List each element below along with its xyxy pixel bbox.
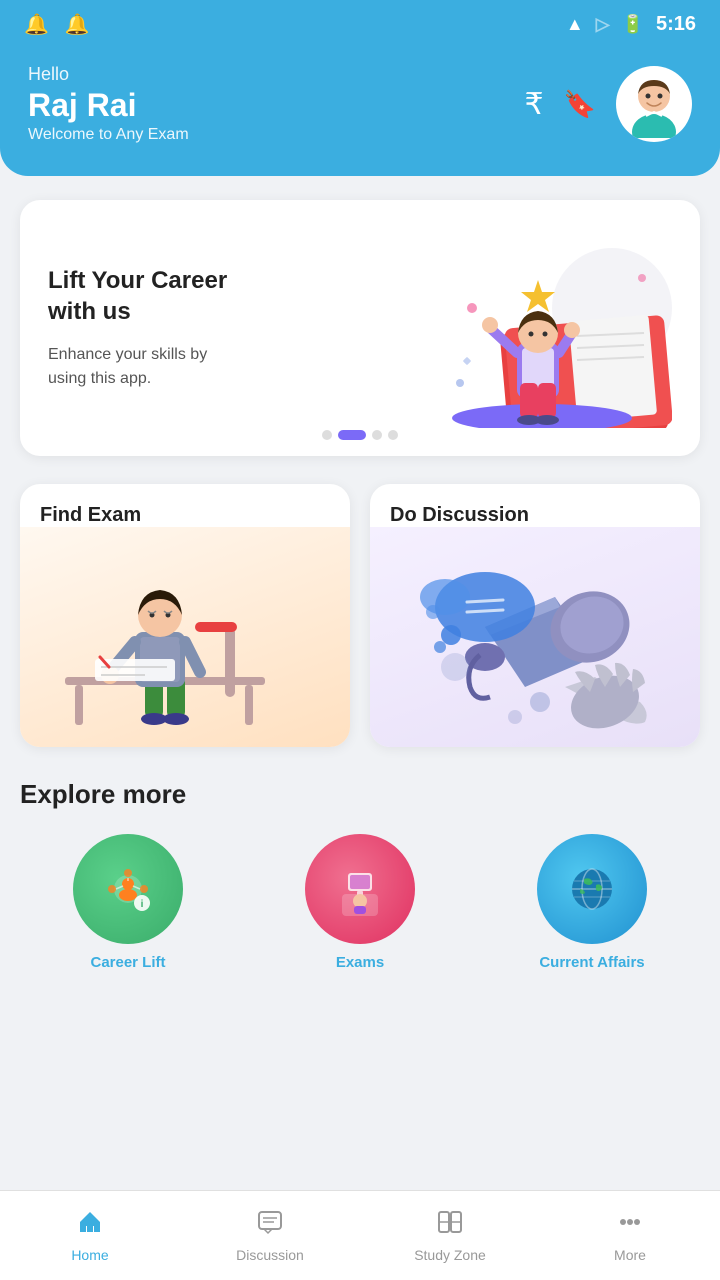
banner-svg: [372, 228, 672, 428]
welcome-text: Welcome to Any Exam: [28, 126, 189, 144]
do-discussion-svg: [395, 547, 675, 747]
dot-4: [388, 430, 398, 440]
status-left: 🔔 🔔: [24, 12, 90, 37]
exams-circle: [305, 834, 415, 944]
avatar[interactable]: [616, 66, 692, 142]
find-exam-label: Find Exam: [20, 484, 350, 527]
banner-title: Lift Your Career with us: [48, 265, 248, 327]
notification-bell2-icon: 🔔: [65, 12, 90, 37]
explore-section: Explore more: [20, 779, 700, 971]
find-exam-illustration: [20, 527, 350, 747]
user-name: Raj Rai: [28, 87, 189, 124]
wifi-icon: ▲: [566, 14, 584, 35]
current-affairs-icon-svg: [562, 859, 622, 919]
rupee-icon[interactable]: ₹: [525, 87, 544, 122]
discussion-label: Discussion: [236, 1247, 304, 1263]
discussion-icon: [256, 1208, 284, 1243]
exams-icon-svg: [330, 859, 390, 919]
banner-subtitle: Enhance your skills by using this app.: [48, 343, 248, 391]
sim-icon: ▷: [596, 14, 610, 35]
exams-label: Exams: [336, 954, 384, 971]
do-discussion-illustration: [370, 527, 700, 747]
header-actions: ₹ 🔖: [525, 66, 692, 142]
career-lift-label: Career Lift: [90, 954, 165, 971]
bottom-nav: Home Discussion Study Zone: [0, 1190, 720, 1280]
career-lift-circle: i: [73, 834, 183, 944]
status-right: ▲ ▷ 🔋 5:16: [566, 13, 696, 36]
explore-item-current-affairs[interactable]: Current Affairs: [537, 834, 647, 971]
nav-home[interactable]: Home: [0, 1191, 180, 1280]
find-exam-card[interactable]: Find Exam: [20, 484, 350, 747]
explore-grid: i Career Lift: [20, 834, 700, 971]
dot-3: [372, 430, 382, 440]
do-discussion-card[interactable]: Do Discussion: [370, 484, 700, 747]
study-zone-icon: [436, 1208, 464, 1243]
status-bar: 🔔 🔔 ▲ ▷ 🔋 5:16: [0, 0, 720, 48]
notification-bell-icon: 🔔: [24, 12, 49, 37]
avatar-svg: [620, 70, 688, 138]
current-affairs-label: Current Affairs: [539, 954, 644, 971]
header: Hello Raj Rai Welcome to Any Exam ₹ 🔖: [0, 48, 720, 176]
nav-discussion[interactable]: Discussion: [180, 1191, 360, 1280]
battery-icon: 🔋: [622, 14, 644, 35]
bookmark-icon[interactable]: 🔖: [564, 89, 596, 120]
more-icon: [616, 1208, 644, 1243]
cards-row: Find Exam: [20, 484, 700, 747]
find-exam-svg: [45, 547, 325, 747]
study-zone-label: Study Zone: [414, 1247, 486, 1263]
home-label: Home: [71, 1247, 108, 1263]
header-user-info: Hello Raj Rai Welcome to Any Exam: [28, 64, 189, 144]
more-label: More: [614, 1247, 646, 1263]
explore-item-career[interactable]: i Career Lift: [73, 834, 183, 971]
dot-2: [338, 430, 366, 440]
current-affairs-circle: [537, 834, 647, 944]
banner-card[interactable]: Lift Your Career with us Enhance your sk…: [20, 200, 700, 456]
explore-title: Explore more: [20, 779, 700, 810]
home-icon: [76, 1208, 104, 1243]
main-content: Lift Your Career with us Enhance your sk…: [0, 176, 720, 1071]
nav-study-zone[interactable]: Study Zone: [360, 1191, 540, 1280]
career-icon-svg: i: [98, 859, 158, 919]
discussion-bg: [370, 527, 700, 747]
banner-dots: [322, 430, 398, 440]
banner-text: Lift Your Career with us Enhance your sk…: [48, 265, 248, 391]
banner-illustration: [248, 228, 672, 428]
hello-label: Hello: [28, 64, 189, 85]
svg-text:i: i: [141, 899, 144, 910]
do-discussion-label: Do Discussion: [370, 484, 700, 527]
time-display: 5:16: [656, 13, 696, 36]
explore-item-exams[interactable]: Exams: [305, 834, 415, 971]
find-exam-bg: [20, 527, 350, 747]
nav-more[interactable]: More: [540, 1191, 720, 1280]
dot-1: [322, 430, 332, 440]
